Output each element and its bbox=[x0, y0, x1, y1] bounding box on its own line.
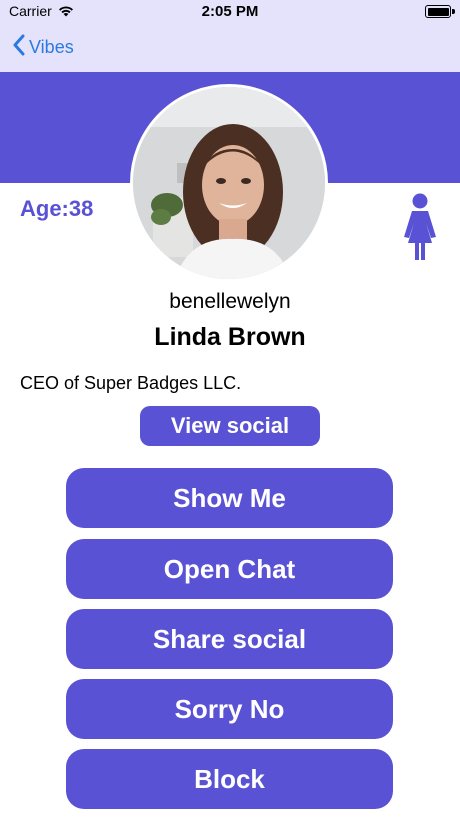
full-name: Linda Brown bbox=[154, 323, 306, 351]
navigation-bar: Vibes bbox=[0, 24, 460, 72]
age-label: Age:38 bbox=[20, 196, 94, 221]
status-time: 2:05 PM bbox=[201, 3, 259, 20]
username: benellewelyn bbox=[169, 290, 291, 313]
block-button[interactable]: Block bbox=[66, 749, 393, 809]
female-person-icon bbox=[402, 193, 438, 266]
back-label: Vibes bbox=[29, 37, 74, 57]
open-chat-button[interactable]: Open Chat bbox=[66, 539, 393, 599]
sorry-no-button[interactable]: Sorry No bbox=[66, 679, 393, 739]
bio-text: CEO of Super Badges LLC. bbox=[20, 373, 242, 393]
battery-icon bbox=[425, 5, 455, 18]
status-bar: Carrier 2:05 PM bbox=[0, 0, 460, 24]
share-social-button[interactable]: Share social bbox=[66, 609, 393, 669]
show-me-button[interactable]: Show Me bbox=[66, 468, 393, 528]
chevron-left-icon bbox=[12, 34, 25, 61]
back-button[interactable]: Vibes bbox=[12, 34, 74, 61]
avatar bbox=[130, 84, 328, 282]
view-social-button[interactable]: View social bbox=[140, 406, 320, 446]
